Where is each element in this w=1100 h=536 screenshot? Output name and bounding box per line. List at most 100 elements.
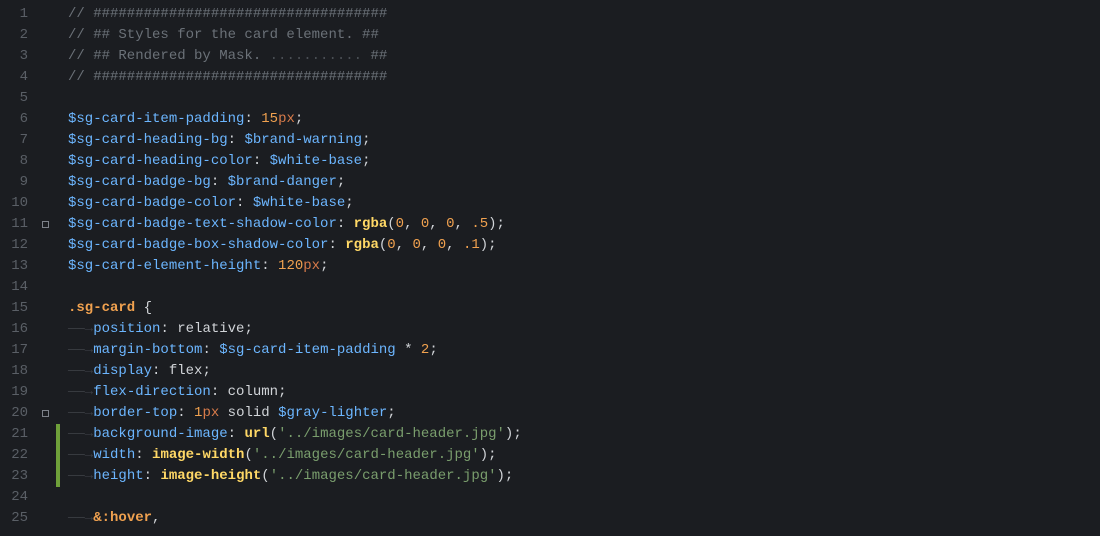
code-line[interactable]: ――→width: image-width('../images/card-he… (68, 445, 1100, 466)
line-number[interactable]: 4 (0, 67, 34, 88)
code-token: 15 (261, 111, 278, 127)
code-token: ――→ (68, 384, 93, 400)
line-number[interactable]: 6 (0, 109, 34, 130)
code-token: background-image (93, 426, 227, 442)
code-token: 0 (438, 237, 446, 253)
line-number[interactable]: 5 (0, 88, 34, 109)
line-marker[interactable] (34, 88, 56, 109)
line-number[interactable]: 16 (0, 319, 34, 340)
code-token: : (177, 405, 194, 421)
code-line[interactable]: .sg-card { (68, 298, 1100, 319)
line-marker[interactable] (34, 235, 56, 256)
line-number[interactable]: 24 (0, 487, 34, 508)
line-number[interactable]: 2 (0, 25, 34, 46)
code-token: : (228, 426, 245, 442)
code-token: $sg-card-badge-box-shadow-color (68, 237, 328, 253)
code-line[interactable]: $sg-card-element-height: 120px; (68, 256, 1100, 277)
line-marker[interactable] (34, 46, 56, 67)
code-line[interactable]: ――→height: image-height('../images/card-… (68, 466, 1100, 487)
code-area[interactable]: // ###################################//… (60, 0, 1100, 536)
code-line[interactable]: $sg-card-badge-color: $white-base; (68, 193, 1100, 214)
line-marker[interactable] (34, 298, 56, 319)
code-token: position (93, 321, 160, 337)
code-token: ; (387, 405, 395, 421)
line-number[interactable]: 19 (0, 382, 34, 403)
line-number[interactable]: 11 (0, 214, 34, 235)
line-number[interactable]: 1 (0, 4, 34, 25)
code-line[interactable]: ――→margin-bottom: $sg-card-item-padding … (68, 340, 1100, 361)
line-number[interactable]: 23 (0, 466, 34, 487)
code-line[interactable]: $sg-card-item-padding: 15px; (68, 109, 1100, 130)
code-line[interactable]: // ## Styles for the card element. ## (68, 25, 1100, 46)
code-line[interactable]: $sg-card-badge-text-shadow-color: rgba(0… (68, 214, 1100, 235)
line-number[interactable]: 7 (0, 130, 34, 151)
line-marker[interactable] (34, 319, 56, 340)
code-token: * (404, 342, 412, 358)
line-marker[interactable] (34, 277, 56, 298)
line-marker[interactable] (34, 193, 56, 214)
line-number[interactable]: 20 (0, 403, 34, 424)
line-number[interactable]: 21 (0, 424, 34, 445)
code-line[interactable]: $sg-card-heading-bg: $brand-warning; (68, 130, 1100, 151)
code-token: ; (202, 363, 210, 379)
code-line[interactable] (68, 487, 1100, 508)
code-line[interactable]: // ################################### (68, 4, 1100, 25)
code-token: , (421, 237, 438, 253)
code-line[interactable]: $sg-card-badge-bg: $brand-danger; (68, 172, 1100, 193)
line-marker[interactable] (34, 172, 56, 193)
line-marker[interactable] (34, 4, 56, 25)
code-token: , (446, 237, 463, 253)
code-line[interactable] (68, 88, 1100, 109)
code-line[interactable]: ――→position: relative; (68, 319, 1100, 340)
line-marker[interactable] (34, 67, 56, 88)
line-number[interactable]: 25 (0, 508, 34, 529)
line-number[interactable]: 17 (0, 340, 34, 361)
code-line[interactable]: // ################################### (68, 67, 1100, 88)
line-marker[interactable] (34, 424, 56, 445)
line-number[interactable]: 22 (0, 445, 34, 466)
code-token: : (244, 111, 261, 127)
code-token: 0 (446, 216, 454, 232)
code-token: column (228, 384, 278, 400)
line-number[interactable]: 13 (0, 256, 34, 277)
code-line[interactable]: $sg-card-badge-box-shadow-color: rgba(0,… (68, 235, 1100, 256)
line-marker[interactable] (34, 403, 56, 424)
code-token: :hover (102, 510, 152, 526)
line-number[interactable]: 14 (0, 277, 34, 298)
line-marker[interactable] (34, 130, 56, 151)
line-marker[interactable] (34, 25, 56, 46)
line-number[interactable]: 10 (0, 193, 34, 214)
code-token: $gray-lighter (278, 405, 387, 421)
code-token: ( (244, 447, 252, 463)
code-line[interactable]: $sg-card-heading-color: $white-base; (68, 151, 1100, 172)
line-number[interactable]: 18 (0, 361, 34, 382)
code-line[interactable]: ――→flex-direction: column; (68, 382, 1100, 403)
line-marker[interactable] (34, 151, 56, 172)
line-marker[interactable] (34, 445, 56, 466)
line-marker[interactable] (34, 487, 56, 508)
line-number[interactable]: 12 (0, 235, 34, 256)
code-token: & (93, 510, 101, 526)
line-marker[interactable] (34, 361, 56, 382)
code-line[interactable] (68, 277, 1100, 298)
code-line[interactable]: ――→background-image: url('../images/card… (68, 424, 1100, 445)
code-editor[interactable]: 1234567891011121314151617181920212223242… (0, 0, 1100, 536)
line-marker[interactable] (34, 256, 56, 277)
line-marker[interactable] (34, 382, 56, 403)
line-number[interactable]: 8 (0, 151, 34, 172)
line-marker[interactable] (34, 466, 56, 487)
code-line[interactable]: // ## Rendered by Mask. ........... ## (68, 46, 1100, 67)
line-marker[interactable] (34, 109, 56, 130)
code-token: ――→ (68, 468, 93, 484)
code-line[interactable]: ――→&:hover, (68, 508, 1100, 529)
line-number[interactable]: 15 (0, 298, 34, 319)
line-marker[interactable] (34, 214, 56, 235)
line-marker[interactable] (34, 508, 56, 529)
code-token: ); (480, 237, 497, 253)
code-line[interactable]: ――→border-top: 1px solid $gray-lighter; (68, 403, 1100, 424)
code-line[interactable]: ――→display: flex; (68, 361, 1100, 382)
line-number[interactable]: 3 (0, 46, 34, 67)
line-number[interactable]: 9 (0, 172, 34, 193)
code-token: { (135, 300, 152, 316)
line-marker[interactable] (34, 340, 56, 361)
